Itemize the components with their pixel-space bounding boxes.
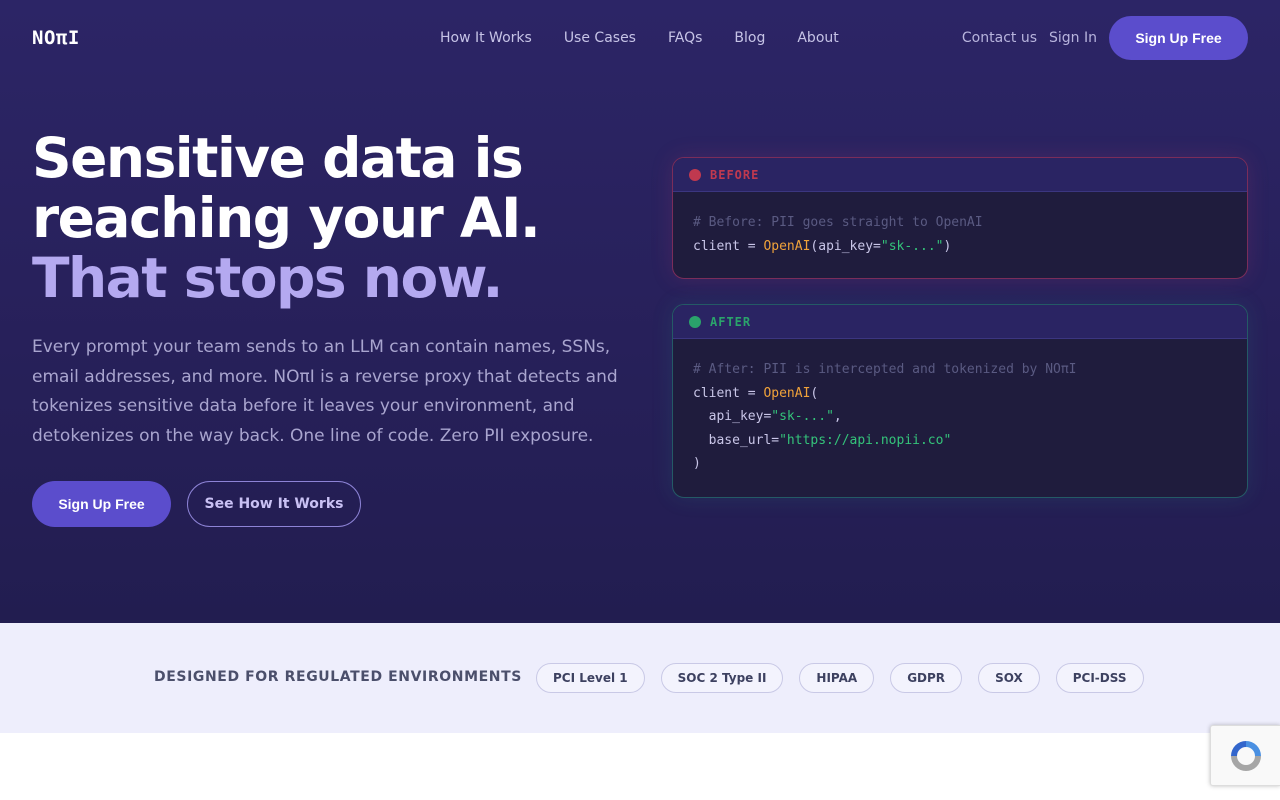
hero-sign-up-button[interactable]: Sign Up Free <box>32 481 171 527</box>
badge-gdpr: GDPR <box>890 663 963 693</box>
nav-link-use-cases[interactable]: Use Cases <box>564 30 636 46</box>
logo[interactable]: NOπI <box>32 27 80 49</box>
badge-pci-dss: PCI-DSS <box>1055 663 1144 693</box>
nav-sign-up-button[interactable]: Sign Up Free <box>1109 16 1248 60</box>
hero-headline: Sensitive data is reaching your AI. That… <box>32 128 632 308</box>
sign-in-link[interactable]: Sign In <box>1049 30 1097 46</box>
see-how-it-works-button[interactable]: See How It Works <box>187 481 361 527</box>
code-comment: # Before: PII goes straight to OpenAI <box>693 215 983 230</box>
code-text: , <box>833 409 842 425</box>
hero-description: Every prompt your team sends to an LLM c… <box>32 337 618 446</box>
nav-link-faqs[interactable]: FAQs <box>668 30 702 46</box>
nav-links: How It Works Use Cases FAQs Blog About <box>440 30 839 46</box>
code-comment: # After: PII is intercepted and tokenize… <box>693 362 1077 377</box>
before-label: BEFORE <box>710 167 760 182</box>
compliance-strip: DESIGNED FOR REGULATED ENVIRONMENTS PCI … <box>0 623 1280 733</box>
code-text: ( <box>810 385 819 401</box>
after-label: AFTER <box>710 314 752 329</box>
code-block-before: # Before: PII goes straight to OpenAI cl… <box>673 192 1247 258</box>
nav-actions: Contact us Sign In Sign Up Free <box>962 16 1248 60</box>
recaptcha-badge[interactable] <box>1210 725 1280 786</box>
code-text: api_key= <box>693 409 772 425</box>
badge-pci-level-1: PCI Level 1 <box>536 663 645 693</box>
compliance-label: DESIGNED FOR REGULATED ENVIRONMENTS <box>154 669 522 685</box>
badge-soc-2: SOC 2 Type II <box>660 663 784 693</box>
code-text: base_url= <box>693 432 780 448</box>
code-block-after: # After: PII is intercepted and tokenize… <box>673 339 1247 476</box>
code-function: OpenAI <box>763 385 811 401</box>
contact-link[interactable]: Contact us <box>962 30 1037 46</box>
code-string: "sk-..." <box>771 409 834 425</box>
status-dot-green-icon <box>689 315 701 328</box>
code-string: "sk-..." <box>880 238 944 254</box>
code-text: client = <box>693 238 764 254</box>
headline-line-3: That stops now. <box>32 246 503 310</box>
code-text: ) <box>693 456 701 472</box>
code-card-after: AFTER # After: PII is intercepted and to… <box>672 304 1248 498</box>
nav-link-how-it-works[interactable]: How It Works <box>440 30 532 46</box>
hero-section: NOπI How It Works Use Cases FAQs Blog Ab… <box>0 0 1280 623</box>
headline-line-2: reaching your AI. <box>32 186 541 250</box>
code-card-header: BEFORE <box>673 158 1247 192</box>
code-card-before: BEFORE # Before: PII goes straight to Op… <box>672 157 1248 279</box>
headline-line-1: Sensitive data is <box>32 126 524 190</box>
code-string: "https://api.nopii.co" <box>779 432 952 448</box>
nav-link-about[interactable]: About <box>797 30 838 46</box>
code-text: client = <box>693 385 764 401</box>
top-navigation: NOπI How It Works Use Cases FAQs Blog Ab… <box>0 0 1280 76</box>
compliance-badges: PCI Level 1 SOC 2 Type II HIPAA GDPR SOX… <box>536 663 1144 693</box>
code-function: OpenAI <box>763 238 811 254</box>
badge-hipaa: HIPAA <box>799 663 875 693</box>
code-text: (api_key= <box>810 238 881 254</box>
nav-link-blog[interactable]: Blog <box>734 30 765 46</box>
badge-sox: SOX <box>978 663 1040 693</box>
code-text: ) <box>943 238 952 254</box>
status-dot-red-icon <box>689 168 701 181</box>
code-card-header: AFTER <box>673 305 1247 339</box>
recaptcha-icon <box>1230 740 1261 771</box>
